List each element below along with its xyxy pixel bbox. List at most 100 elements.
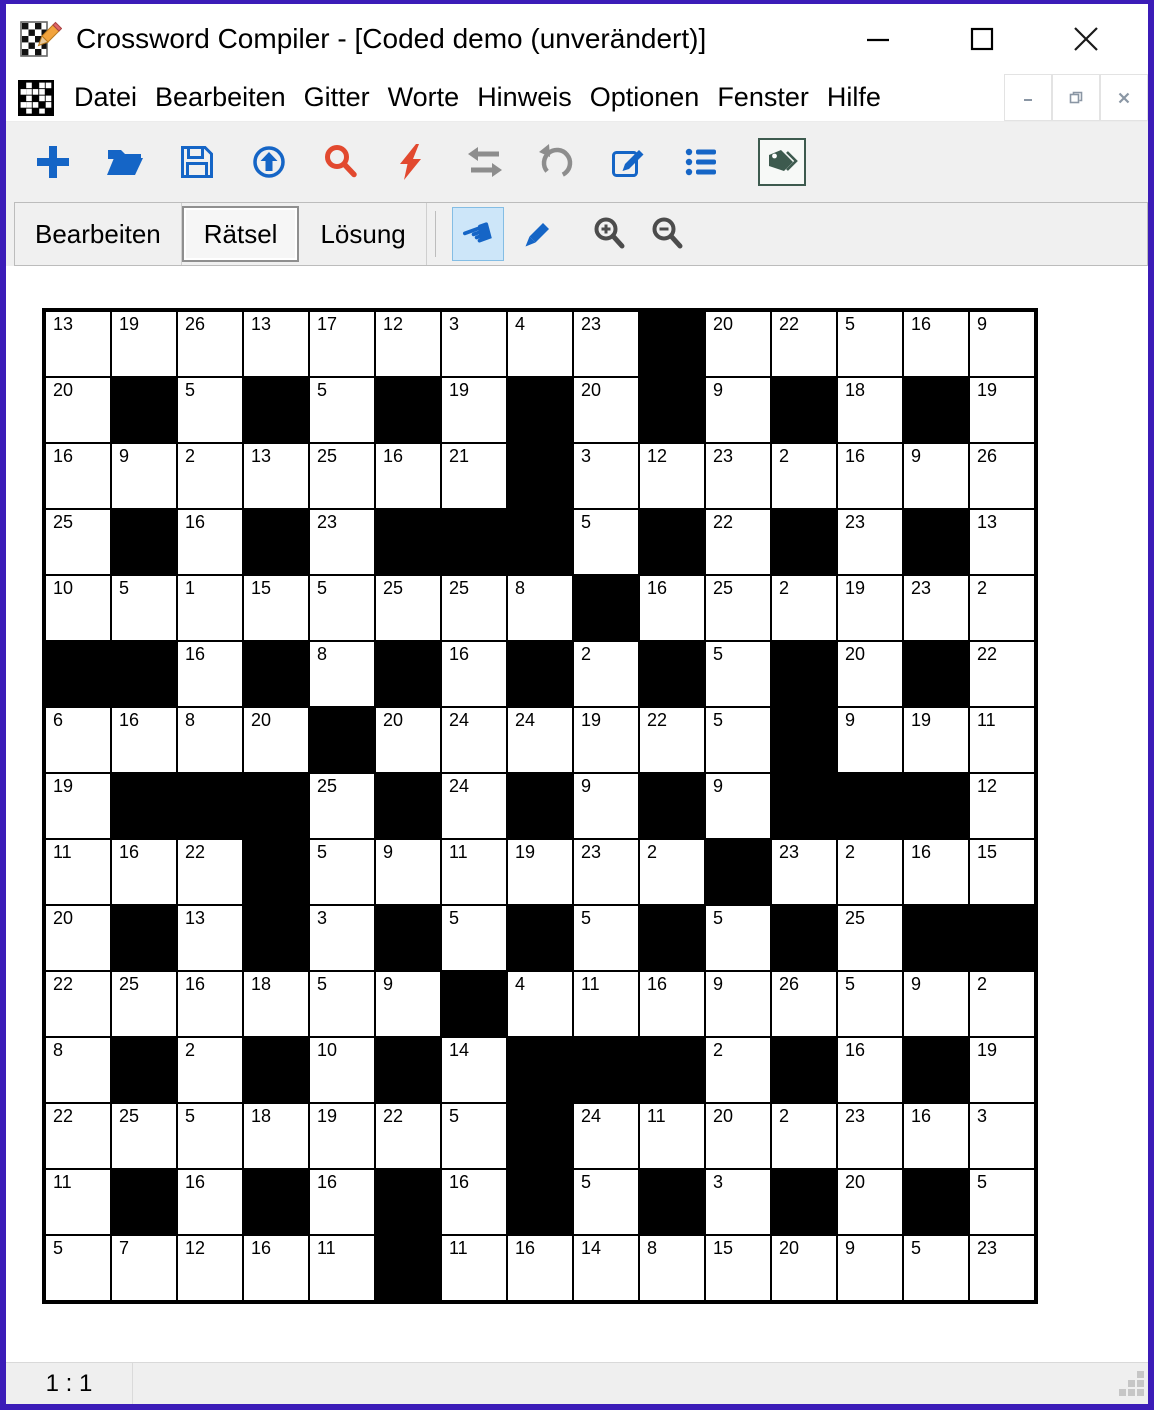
grid-black-cell[interactable] [111,905,177,971]
grid-cell[interactable]: 24 [573,1103,639,1169]
grid-cell[interactable]: 3 [441,311,507,377]
close-button[interactable] [1034,10,1138,68]
grid-cell[interactable]: 17 [309,311,375,377]
grid-cell[interactable]: 9 [837,707,903,773]
grid-cell[interactable]: 11 [441,839,507,905]
grid-cell[interactable]: 2 [969,971,1035,1037]
grid-cell[interactable]: 19 [45,773,111,839]
new-button[interactable] [30,133,76,191]
grid-cell[interactable]: 9 [111,443,177,509]
grid-cell[interactable]: 16 [111,707,177,773]
grid-black-cell[interactable] [507,509,573,575]
grid-cell[interactable]: 23 [903,575,969,641]
grid-black-cell[interactable] [771,1169,837,1235]
grid-cell[interactable]: 22 [177,839,243,905]
grid-black-cell[interactable] [111,641,177,707]
grid-cell[interactable]: 9 [705,773,771,839]
grid-cell[interactable]: 16 [111,839,177,905]
draw-pencil-button[interactable] [510,207,562,261]
grid-cell[interactable]: 22 [45,971,111,1037]
grid-cell[interactable]: 22 [771,311,837,377]
grid-cell[interactable]: 16 [177,971,243,1037]
tab-raetsel[interactable]: Rätsel [182,206,300,262]
grid-black-cell[interactable] [639,509,705,575]
menu-gitter[interactable]: Gitter [304,82,370,113]
grid-cell[interactable]: 19 [573,707,639,773]
pan-hand-button[interactable]: ☚ [452,207,504,261]
grid-cell[interactable]: 5 [573,905,639,971]
grid-black-cell[interactable] [639,1169,705,1235]
grid-cell[interactable]: 3 [705,1169,771,1235]
grid-black-cell[interactable] [573,1037,639,1103]
grid-cell[interactable]: 12 [177,1235,243,1301]
grid-black-cell[interactable] [837,773,903,839]
grid-black-cell[interactable] [375,1169,441,1235]
grid-black-cell[interactable] [639,377,705,443]
grid-cell[interactable]: 9 [573,773,639,839]
menu-worte[interactable]: Worte [388,82,460,113]
grid-cell[interactable]: 8 [45,1037,111,1103]
grid-black-cell[interactable] [375,1235,441,1301]
undo-button[interactable] [534,133,580,191]
grid-cell[interactable]: 13 [177,905,243,971]
grid-cell[interactable]: 6 [45,707,111,773]
tab-bearbeiten[interactable]: Bearbeiten [15,203,182,265]
minimize-button[interactable] [826,10,930,68]
grid-cell[interactable]: 18 [243,971,309,1037]
grid-cell[interactable]: 15 [969,839,1035,905]
grid-cell[interactable]: 11 [573,971,639,1037]
grid-cell[interactable]: 20 [705,311,771,377]
grid-cell[interactable]: 5 [903,1235,969,1301]
grid-black-cell[interactable] [243,509,309,575]
grid-cell[interactable]: 25 [375,575,441,641]
grid-black-cell[interactable] [243,1169,309,1235]
export-button[interactable] [246,133,292,191]
grid-black-cell[interactable] [507,377,573,443]
grid-cell[interactable]: 26 [969,443,1035,509]
grid-cell[interactable]: 25 [441,575,507,641]
grid-cell[interactable]: 18 [837,377,903,443]
grid-black-cell[interactable] [243,773,309,839]
grid-cell[interactable]: 16 [177,509,243,575]
grid-cell[interactable]: 2 [771,1103,837,1169]
grid-black-cell[interactable] [45,641,111,707]
grid-cell[interactable]: 16 [177,1169,243,1235]
grid-cell[interactable]: 25 [45,509,111,575]
grid-black-cell[interactable] [375,641,441,707]
grid-cell[interactable]: 24 [507,707,573,773]
grid-cell[interactable]: 16 [375,443,441,509]
grid-cell[interactable]: 20 [243,707,309,773]
grid-cell[interactable]: 24 [441,773,507,839]
grid-cell[interactable]: 4 [507,311,573,377]
grid-black-cell[interactable] [771,707,837,773]
grid-cell[interactable]: 13 [243,443,309,509]
crossword-grid[interactable]: 1319261317123423202251692055192091819169… [42,308,1038,1304]
grid-cell[interactable]: 2 [771,575,837,641]
grid-cell[interactable]: 9 [903,971,969,1037]
grid-cell[interactable]: 8 [309,641,375,707]
grid-cell[interactable]: 16 [639,575,705,641]
grid-cell[interactable]: 8 [177,707,243,773]
grid-cell[interactable]: 2 [639,839,705,905]
grid-black-cell[interactable] [111,1169,177,1235]
edit-button[interactable] [606,133,652,191]
grid-cell[interactable]: 18 [243,1103,309,1169]
grid-cell[interactable]: 3 [969,1103,1035,1169]
grid-cell[interactable]: 4 [507,971,573,1037]
grid-cell[interactable]: 22 [639,707,705,773]
open-button[interactable] [102,133,148,191]
grid-black-cell[interactable] [375,377,441,443]
grid-black-cell[interactable] [507,1037,573,1103]
grid-cell[interactable]: 5 [705,905,771,971]
grid-cell[interactable]: 10 [309,1037,375,1103]
grid-cell[interactable]: 16 [903,1103,969,1169]
grid-cell[interactable]: 20 [837,1169,903,1235]
grid-cell[interactable]: 5 [309,971,375,1037]
grid-black-cell[interactable] [507,1169,573,1235]
grid-cell[interactable]: 23 [771,839,837,905]
grid-cell[interactable]: 2 [969,575,1035,641]
grid-black-cell[interactable] [243,839,309,905]
grid-black-cell[interactable] [771,509,837,575]
grid-cell[interactable]: 5 [441,1103,507,1169]
grid-cell[interactable]: 19 [507,839,573,905]
